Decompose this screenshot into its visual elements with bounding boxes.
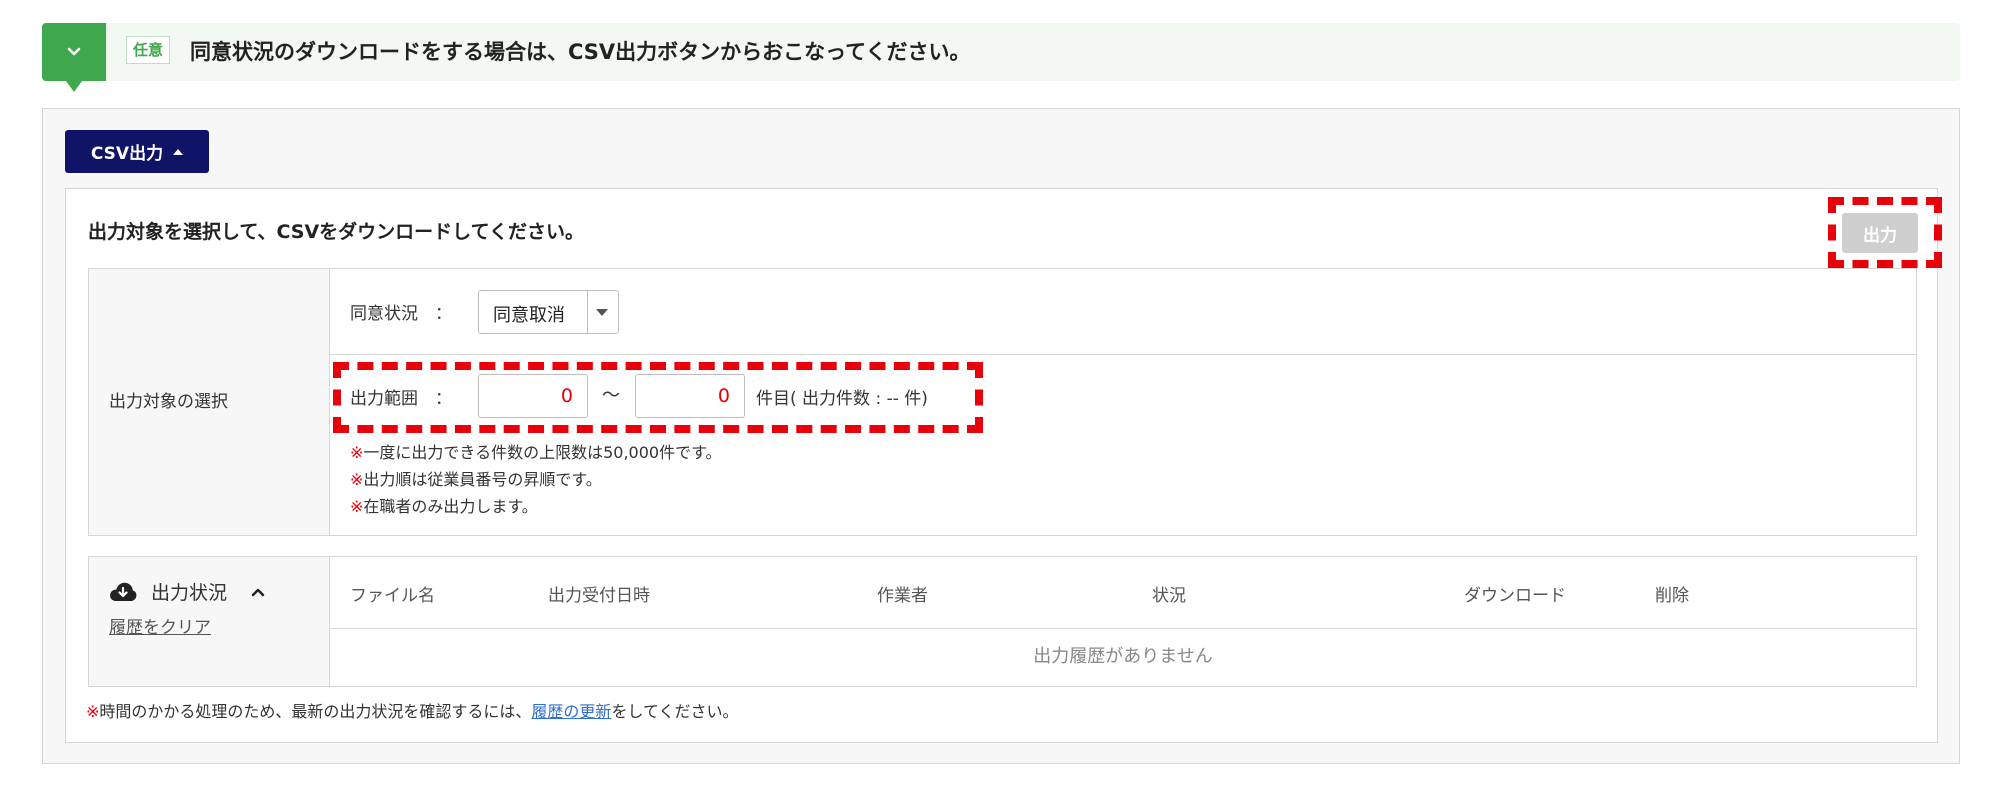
refresh-history-link[interactable]: 履歴の更新 — [531, 702, 611, 721]
column-header-status: 状況 — [1152, 586, 1186, 606]
empty-history-message: 出力履歴がありません — [1033, 646, 1213, 667]
output-heading: 出力対象を選択して、CSVをダウンロードしてください。 — [88, 221, 585, 243]
consent-status-value: 同意取消 — [493, 305, 565, 326]
note-active-only: ※在職者のみ出力します。 — [350, 493, 538, 517]
clear-history-link[interactable]: 履歴をクリア — [109, 613, 211, 638]
column-header-delete: 削除 — [1655, 586, 1689, 606]
column-header-file-name: ファイル名 — [350, 586, 435, 606]
csv-output-button-label: CSV出力 — [90, 144, 164, 164]
banner-text: 同意状況のダウンロードをする場合は、CSV出力ボタンからおこなってください。 — [190, 40, 971, 64]
selection-label-cell: 出力対象の選択 — [89, 269, 330, 535]
note-mark: ※ — [350, 497, 364, 516]
column-header-received-at: 出力受付日時 — [548, 586, 650, 606]
caret-down-icon — [596, 309, 608, 316]
consent-status-select[interactable]: 同意取消 — [478, 290, 619, 334]
note-text: 出力順は従業員番号の昇順です。 — [363, 470, 602, 489]
output-button-highlight — [1828, 197, 1942, 268]
chevron-up-icon[interactable] — [249, 583, 267, 601]
cloud-download-icon — [110, 582, 137, 601]
refresh-note-prefix: 時間のかかる処理のため、最新の出力状況を確認するには、 — [99, 702, 532, 721]
select-divider — [587, 291, 588, 333]
range-highlight — [333, 362, 983, 433]
refresh-note-suffix: をしてください。 — [611, 702, 739, 721]
note-mark: ※ — [350, 470, 364, 489]
banner-toggle-button[interactable] — [42, 23, 106, 92]
range-row: 出力範囲 ： 0 ～ 0 件目( 出力件数 : -- 件) ※一度に出力できる件… — [330, 355, 1916, 535]
caret-up-icon — [173, 148, 184, 155]
note-text: 在職者のみ出力します。 — [363, 497, 538, 516]
csv-output-area: 出力対象を選択して、CSVをダウンロードしてください。 出力 出力対象の選択 同… — [65, 188, 1942, 743]
refresh-note: ※時間のかかる処理のため、最新の出力状況を確認するには、履歴の更新をしてください… — [86, 698, 738, 722]
note-order: ※出力順は従業員番号の昇順です。 — [350, 466, 602, 490]
output-status-table: 出力状況 履歴をクリア ファイル名 出力受付日時 作業者 状況 ダウンロード 削… — [88, 556, 1917, 687]
status-title: 出力状況 — [151, 582, 228, 604]
note-text: 一度に出力できる件数の上限数は50,000件です。 — [363, 443, 722, 462]
consent-label: 同意状況 ： — [350, 304, 452, 324]
info-banner: 任意 同意状況のダウンロードをする場合は、CSV出力ボタンからおこなってください… — [42, 23, 1960, 92]
note-mark: ※ — [86, 702, 100, 721]
note-mark: ※ — [350, 443, 364, 462]
column-header-operator: 作業者 — [877, 586, 928, 606]
optional-badge: 任意 — [126, 36, 171, 64]
status-label-cell: 出力状況 履歴をクリア — [89, 557, 330, 686]
column-header-download: ダウンロード — [1464, 586, 1566, 606]
consent-row: 同意状況 ： 同意取消 — [330, 269, 1916, 355]
note-limit: ※一度に出力できる件数の上限数は50,000件です。 — [350, 439, 721, 463]
status-header-row: ファイル名 出力受付日時 作業者 状況 ダウンロード 削除 — [330, 557, 1916, 629]
chevron-down-icon — [67, 47, 81, 56]
csv-output-toggle-button[interactable]: CSV出力 — [65, 130, 209, 173]
selection-row-label: 出力対象の選択 — [109, 392, 228, 412]
selection-table: 出力対象の選択 同意状況 ： 同意取消 出力範囲 ： 0 ～ 0 件目( 出力件… — [88, 268, 1917, 536]
csv-panel: CSV出力 出力対象を選択して、CSVをダウンロードしてください。 出力 出力対… — [42, 108, 1960, 764]
